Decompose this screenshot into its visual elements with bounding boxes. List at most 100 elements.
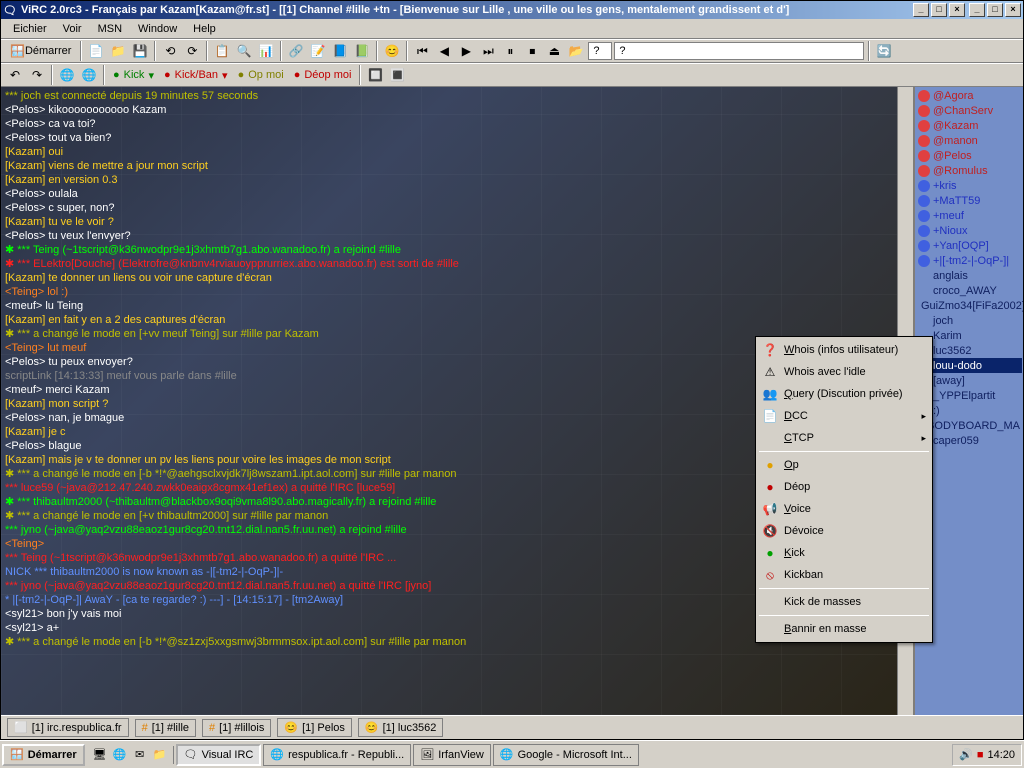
deopmoi-button[interactable]: Déop moi — [290, 69, 356, 81]
user-row[interactable]: @Pelos — [916, 148, 1022, 163]
separator — [103, 65, 105, 85]
user-row[interactable]: +Yan[OQP] — [916, 238, 1022, 253]
ctx-banmass[interactable]: Bannir en masse — [758, 618, 930, 640]
status-tab[interactable]: ⬜[1] irc.respublica.fr — [7, 718, 129, 737]
separator — [359, 65, 361, 85]
op-icon — [918, 90, 930, 102]
ctx-kickban[interactable]: ⦸Kickban — [758, 564, 930, 586]
op-icon — [918, 150, 930, 162]
user-row[interactable]: @Kazam — [916, 118, 1022, 133]
tool-icon[interactable]: 🔗 — [286, 41, 306, 61]
extra-icon[interactable]: 🔳 — [387, 65, 407, 85]
kick-button[interactable]: Kick ▾ — [109, 69, 158, 82]
voice-icon — [918, 195, 930, 207]
user-row[interactable]: croco_AWAY — [916, 283, 1022, 298]
ctx-whois-idle[interactable]: ⚠Whois avec l'idle — [758, 361, 930, 383]
ql-icon[interactable]: 📁 — [151, 746, 169, 764]
ctx-kickmass[interactable]: Kick de masses — [758, 591, 930, 613]
ql-icon[interactable]: 🖥 — [91, 746, 109, 764]
tool-icon[interactable]: 💾 — [130, 41, 150, 61]
tool-icon[interactable]: 📗 — [352, 41, 372, 61]
tray-icon[interactable]: ■ — [977, 749, 984, 761]
task-button[interactable]: 🖼 IrfanView — [413, 744, 491, 766]
refresh-icon[interactable]: 🔄 — [874, 41, 894, 61]
user-row[interactable]: GuiZmo34[FiFa2002] — [916, 298, 1022, 313]
status-tab[interactable]: 😊[1] luc3562 — [358, 718, 444, 737]
start-button[interactable]: 🪟 Démarrer — [2, 744, 85, 766]
opmoi-button[interactable]: Op moi — [234, 69, 288, 81]
media-next-icon[interactable]: ⏭ — [478, 41, 498, 61]
tray-icon[interactable]: 🔊 — [959, 748, 973, 761]
task-button[interactable]: 🌐 respublica.fr - Republi... — [263, 744, 411, 766]
voice-icon — [918, 210, 930, 222]
tool-icon[interactable]: 📋 — [212, 41, 232, 61]
demarrer-button[interactable]: 🪟 Démarrer — [5, 41, 76, 61]
user-row[interactable]: @manon — [916, 133, 1022, 148]
search-input-1[interactable] — [588, 42, 612, 60]
user-row[interactable]: +Nioux — [916, 223, 1022, 238]
tool-icon[interactable]: 📄 — [86, 41, 106, 61]
menu-help[interactable]: Help — [185, 21, 224, 37]
ctx-kick[interactable]: ●Kick — [758, 542, 930, 564]
ctx-voice[interactable]: 📢Voice — [758, 498, 930, 520]
child-maximize-button[interactable]: □ — [987, 3, 1003, 17]
ctx-query[interactable]: 👥Query (Discution privée) — [758, 383, 930, 405]
search-input-2[interactable] — [614, 42, 864, 60]
ctx-devoice[interactable]: 🔇Dévoice — [758, 520, 930, 542]
user-row[interactable]: @ChanServ — [916, 103, 1022, 118]
chat-line: [Kazam] oui — [5, 145, 893, 159]
ctx-deop[interactable]: ●Déop — [758, 476, 930, 498]
historyfwd-icon[interactable]: ↷ — [27, 65, 47, 85]
user-row[interactable]: +|[-tm2-|-OqP-]| — [916, 253, 1022, 268]
status-tab[interactable]: #[1] #lille — [135, 719, 196, 737]
tool-icon[interactable]: 📁 — [108, 41, 128, 61]
close-button[interactable]: × — [949, 3, 965, 17]
tool-icon[interactable]: 🔍 — [234, 41, 254, 61]
ql-icon[interactable]: ✉ — [131, 746, 149, 764]
status-tab[interactable]: #[1] #lillois — [202, 719, 271, 737]
media-pause-icon[interactable]: ⏸ — [500, 41, 520, 61]
historyback-icon[interactable]: ↶ — [5, 65, 25, 85]
user-row[interactable]: anglais — [916, 268, 1022, 283]
kickban-button[interactable]: Kick/Ban ▾ — [160, 69, 232, 82]
ctx-dcc[interactable]: 📄DCC▸ — [758, 405, 930, 427]
globe-stop-icon[interactable]: 🌐 — [79, 65, 99, 85]
menu-window[interactable]: Window — [130, 21, 185, 37]
user-row[interactable]: +MaTT59 — [916, 193, 1022, 208]
user-row[interactable]: @Agora — [916, 88, 1022, 103]
ctx-ctcp[interactable]: CTCP▸ — [758, 427, 930, 449]
tool-icon[interactable]: ⟲ — [160, 41, 180, 61]
child-close-button[interactable]: × — [1005, 3, 1021, 17]
ql-icon[interactable]: 🌐 — [111, 746, 129, 764]
tool-icon[interactable]: 📝 — [308, 41, 328, 61]
user-row[interactable]: +kris — [916, 178, 1022, 193]
user-row[interactable]: +meuf — [916, 208, 1022, 223]
folder-icon[interactable]: 📂 — [566, 41, 586, 61]
menu-view[interactable]: Voir — [55, 21, 90, 37]
media-play-icon[interactable]: ▶ — [456, 41, 476, 61]
media-eject-icon[interactable]: ⏏ — [544, 41, 564, 61]
tool-icon[interactable]: ⟳ — [182, 41, 202, 61]
media-back-icon[interactable]: ◀ — [434, 41, 454, 61]
smiley-icon[interactable]: 😊 — [382, 41, 402, 61]
maximize-button[interactable]: □ — [931, 3, 947, 17]
ctx-op[interactable]: ●Op — [758, 454, 930, 476]
status-tab[interactable]: 😊[1] Pelos — [277, 718, 352, 737]
tool-icon[interactable]: 📊 — [256, 41, 276, 61]
chat-line: [Kazam] en fait y en a 2 des captures d'… — [5, 313, 893, 327]
globe-icon[interactable]: 🌐 — [57, 65, 77, 85]
child-minimize-button[interactable]: _ — [969, 3, 985, 17]
menu-msn[interactable]: MSN — [90, 21, 130, 37]
tool-icon[interactable]: 📘 — [330, 41, 350, 61]
task-button[interactable]: 🗨 Visual IRC — [176, 744, 262, 766]
taskbar: 🪟 Démarrer 🖥 🌐 ✉ 📁 🗨 Visual IRC 🌐 respub… — [0, 740, 1024, 768]
media-prev-icon[interactable]: ⏮ — [412, 41, 432, 61]
task-button[interactable]: 🌐 Google - Microsoft Int... — [493, 744, 639, 766]
minimize-button[interactable]: _ — [913, 3, 929, 17]
extra-icon[interactable]: 🔲 — [365, 65, 385, 85]
menu-file[interactable]: Eichier — [5, 21, 55, 37]
media-stop-icon[interactable]: ⏹ — [522, 41, 542, 61]
user-row[interactable]: @Romulus — [916, 163, 1022, 178]
user-row[interactable]: joch — [916, 313, 1022, 328]
ctx-whois[interactable]: ❓Whois (infos utilisateur) — [758, 339, 930, 361]
